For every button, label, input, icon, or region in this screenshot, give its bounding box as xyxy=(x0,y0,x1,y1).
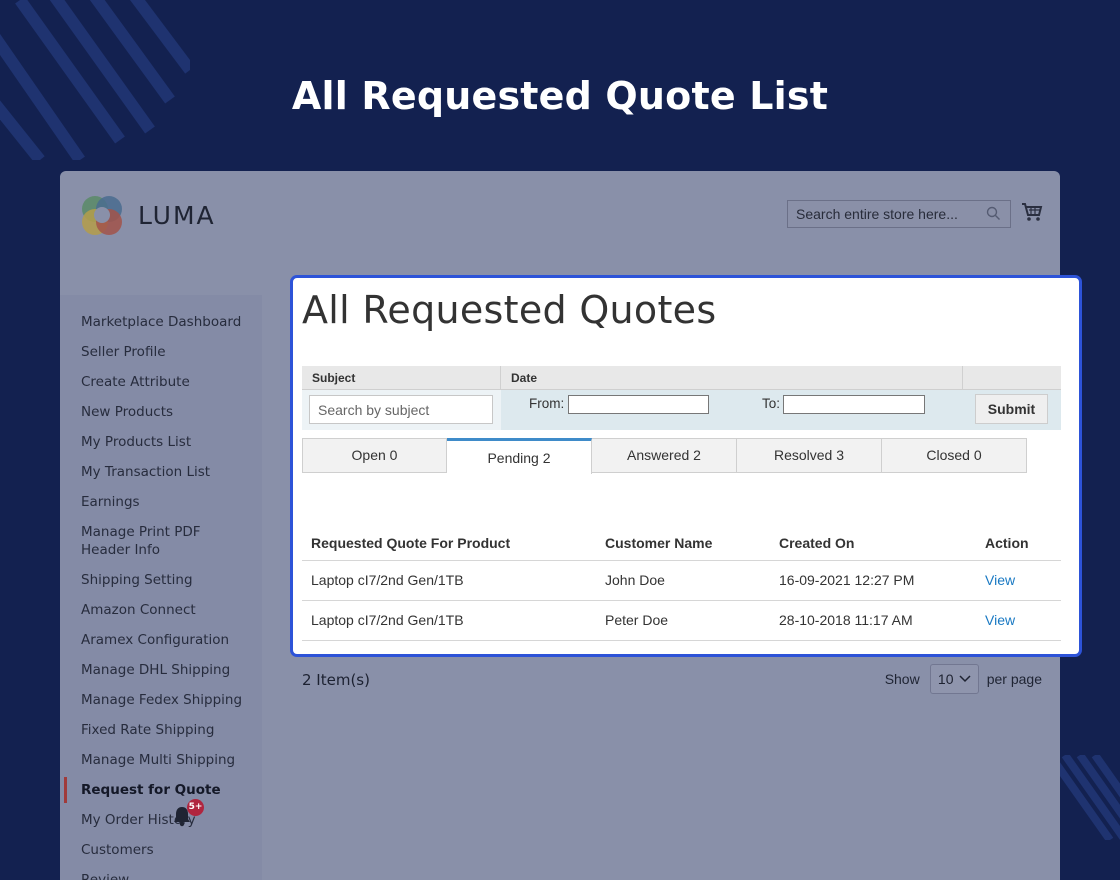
sidebar-item-create-attribute[interactable]: Create Attribute xyxy=(60,373,262,391)
hero-title: All Requested Quote List xyxy=(291,74,829,118)
store-search-box[interactable] xyxy=(787,200,1011,228)
view-link[interactable]: View xyxy=(985,572,1015,588)
cart-icon[interactable] xyxy=(1021,202,1043,222)
logo-wordmark: LUMA xyxy=(138,200,216,230)
date-column-header: Date xyxy=(501,366,963,389)
quote-filter: Subject Date From: To: Submit xyxy=(302,366,1061,430)
subject-search-input[interactable] xyxy=(309,395,493,424)
to-label: To: xyxy=(762,396,781,411)
tab-answered[interactable]: Answered 2 xyxy=(592,438,737,473)
date-range: From: To: xyxy=(501,390,963,430)
subject-column-header: Subject xyxy=(302,366,501,389)
quotes-table: Requested Quote For Product Customer Nam… xyxy=(302,526,1061,641)
filter-header: Subject Date xyxy=(302,366,1061,390)
sidebar-item-fixed-rate-shipping[interactable]: Fixed Rate Shipping xyxy=(60,721,262,739)
sidebar-item-earnings[interactable]: Earnings xyxy=(60,493,262,511)
filter-body: From: To: Submit xyxy=(302,390,1061,430)
tab-resolved[interactable]: Resolved 3 xyxy=(737,438,882,473)
product-cell: Laptop cI7/2nd Gen/1TB xyxy=(302,600,596,641)
action-cell: View xyxy=(976,600,1061,641)
per-page-value: 10 xyxy=(937,671,954,687)
sidebar-item-review[interactable]: Review xyxy=(60,871,262,880)
customer-cell: John Doe xyxy=(596,560,770,601)
sidebar-item-seller-profile[interactable]: Seller Profile xyxy=(60,343,262,361)
sidebar-item-marketplace-dashboard[interactable]: Marketplace Dashboard xyxy=(60,313,262,331)
luma-logo-icon xyxy=(82,196,122,235)
table-header-row: Requested Quote For Product Customer Nam… xyxy=(302,526,1061,561)
subject-cell xyxy=(302,390,501,430)
per-page-label: per page xyxy=(986,671,1042,687)
sidebar-item-aramex-configuration[interactable]: Aramex Configuration xyxy=(60,631,262,649)
page-title: All Requested Quotes xyxy=(302,288,717,332)
notification-badge: 5+ xyxy=(187,799,204,816)
column-header-action: Action xyxy=(976,526,1061,561)
chevron-down-icon xyxy=(958,675,971,683)
store-search-input[interactable] xyxy=(796,206,976,222)
action-cell: View xyxy=(976,560,1061,601)
sidebar-item-request-for-quote[interactable]: Request for Quote xyxy=(60,777,262,803)
show-label: Show xyxy=(884,671,920,687)
from-date-input[interactable] xyxy=(568,395,709,414)
per-page-select[interactable]: 10 xyxy=(929,664,979,694)
created-cell: 16-09-2021 12:27 PM xyxy=(770,560,976,601)
tab-open[interactable]: Open 0 xyxy=(302,438,447,473)
blank-column-header xyxy=(963,366,1061,389)
sidebar-item-customers[interactable]: Customers xyxy=(60,841,262,859)
submit-cell: Submit xyxy=(963,390,1061,430)
view-link[interactable]: View xyxy=(985,612,1015,628)
sidebar-item-amazon-connect[interactable]: Amazon Connect xyxy=(60,601,262,619)
seller-sidebar: Marketplace Dashboard Seller Profile Cre… xyxy=(60,295,262,880)
created-cell: 28-10-2018 11:17 AM xyxy=(770,600,976,641)
search-icon[interactable] xyxy=(986,206,1001,221)
sidebar-item-multi-shipping[interactable]: Manage Multi Shipping xyxy=(60,751,262,769)
product-cell: Laptop cI7/2nd Gen/1TB xyxy=(302,560,596,601)
from-label: From: xyxy=(529,396,565,411)
status-tabs: Open 0 Pending 2 Answered 2 Resolved 3 C… xyxy=(302,438,1027,474)
decorative-stripes-bottom-right xyxy=(1050,755,1120,840)
requested-quotes-panel: All Requested Quotes Subject Date From: … xyxy=(290,275,1082,657)
customer-cell: Peter Doe xyxy=(596,600,770,641)
sidebar-item-print-pdf-header[interactable]: Manage Print PDF Header Info xyxy=(60,523,262,559)
sidebar-item-shipping-setting[interactable]: Shipping Setting xyxy=(60,571,262,589)
sidebar-item-my-order-history[interactable]: My Order History 5+ xyxy=(60,799,262,829)
sidebar-item-dhl-shipping[interactable]: Manage DHL Shipping xyxy=(60,661,262,679)
tab-closed[interactable]: Closed 0 xyxy=(882,438,1027,473)
to-date-input[interactable] xyxy=(783,395,925,414)
column-header-product: Requested Quote For Product xyxy=(302,526,596,561)
sidebar-item-fedex-shipping[interactable]: Manage Fedex Shipping xyxy=(60,691,262,709)
per-page-control: Show 10 per page xyxy=(885,664,1042,694)
items-count: 2 Item(s) xyxy=(302,671,370,689)
sidebar-item-my-transaction-list[interactable]: My Transaction List xyxy=(60,463,262,481)
sidebar-item-new-products[interactable]: New Products xyxy=(60,403,262,421)
table-row: Laptop cI7/2nd Gen/1TB John Doe 16-09-20… xyxy=(302,560,1061,601)
table-row: Laptop cI7/2nd Gen/1TB Peter Doe 28-10-2… xyxy=(302,600,1061,641)
submit-button[interactable]: Submit xyxy=(975,394,1048,424)
column-header-created: Created On xyxy=(770,526,976,561)
luma-logo[interactable]: LUMA xyxy=(79,192,216,238)
column-header-customer: Customer Name xyxy=(596,526,770,561)
pager-bar: 2 Item(s) Show 10 per page xyxy=(302,664,1042,699)
tab-pending[interactable]: Pending 2 xyxy=(447,438,592,474)
sidebar-item-my-products-list[interactable]: My Products List xyxy=(60,433,262,451)
